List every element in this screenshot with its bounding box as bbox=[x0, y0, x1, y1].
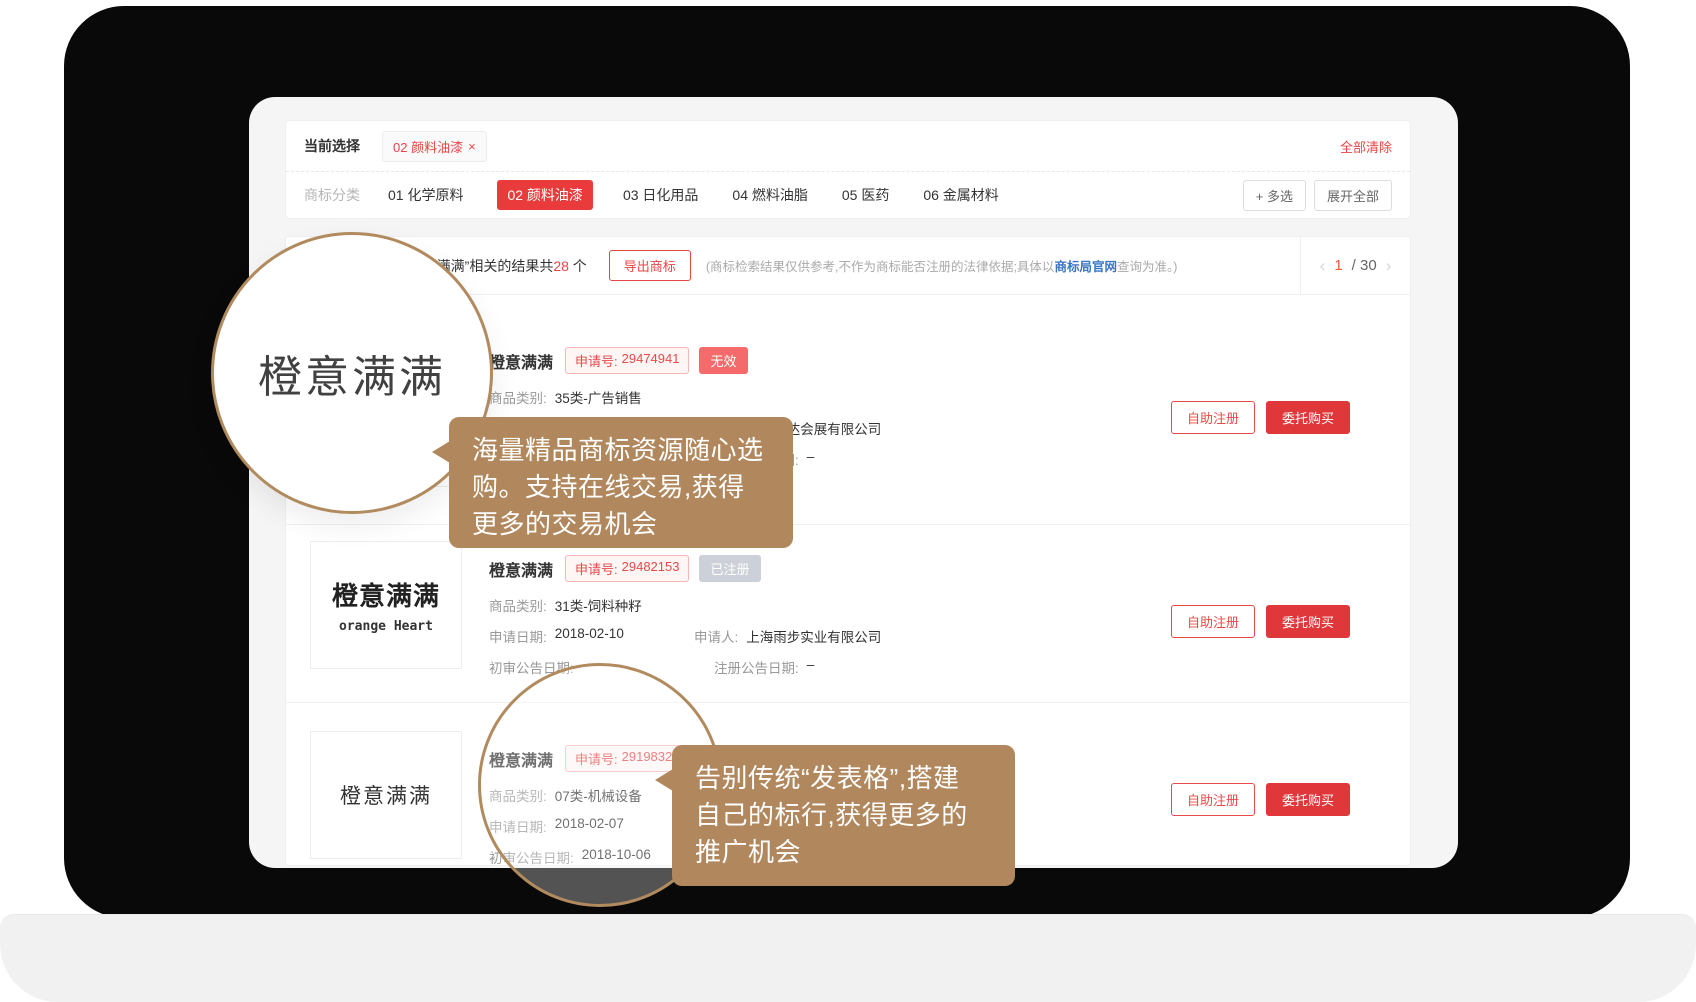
application-number-label: 申请号: bbox=[575, 351, 618, 370]
pagination: ‹ 1 / 30 › bbox=[1300, 237, 1410, 294]
callout-line: 告别传统“发表格”,搭建 bbox=[695, 760, 992, 797]
callout-line: 海量精品商标资源随心选 bbox=[472, 432, 770, 469]
current-selection-label: 当前选择 bbox=[304, 136, 360, 156]
trademark-image: 橙意满满 orange Heart bbox=[310, 541, 462, 669]
trademark-name: 橙意满满 bbox=[489, 349, 553, 373]
current-selection-row: 当前选择 02 颜料油漆 × 全部清除 bbox=[286, 121, 1410, 172]
filter-panel: 当前选择 02 颜料油漆 × 全部清除 商标分类 01 化学原料 02 颜料油漆… bbox=[285, 120, 1411, 219]
applicant-label: 申请人: bbox=[694, 626, 738, 646]
callout-line: 更多的交易机会 bbox=[472, 506, 770, 543]
results-summary-suffix: 个 bbox=[569, 258, 587, 274]
category-item-03[interactable]: 03 日化用品 bbox=[623, 185, 698, 205]
registration-publication-label: 注册公告日期: bbox=[714, 657, 799, 677]
trademark-image-text: 橙意满满 bbox=[340, 780, 432, 810]
entrust-purchase-button[interactable]: 委托购买 bbox=[1266, 605, 1350, 638]
disclaimer-suffix: 查询为准。) bbox=[1117, 260, 1177, 274]
table-row: 橙意满满 orange Heart 橙意满满 申请号: 29482153 已注册… bbox=[286, 525, 1410, 703]
status-badge: 已注册 bbox=[699, 555, 760, 582]
selected-filter-tag[interactable]: 02 颜料油漆 × bbox=[382, 131, 487, 162]
category-item-06[interactable]: 06 金属材料 bbox=[923, 185, 998, 205]
application-number-value: 29474941 bbox=[622, 351, 680, 370]
expand-all-button[interactable]: 展开全部 bbox=[1314, 180, 1392, 211]
results-disclaimer: (商标检索结果仅供参考,不作为商标能否注册的法律依据;具体以商标局官网查询为准。… bbox=[706, 256, 1178, 275]
status-badge: 无效 bbox=[699, 347, 747, 374]
self-register-button[interactable]: 自助注册 bbox=[1171, 605, 1255, 638]
category-item-04[interactable]: 04 燃料油脂 bbox=[732, 185, 807, 205]
remove-filter-icon[interactable]: × bbox=[468, 139, 476, 154]
trademark-image-text: 橙意满满 bbox=[332, 576, 440, 613]
category-label: 商品类别: bbox=[489, 595, 547, 615]
application-number-label: 申请号: bbox=[575, 559, 618, 578]
trademark-image: 橙意满满 bbox=[310, 731, 462, 859]
self-register-button[interactable]: 自助注册 bbox=[1171, 783, 1255, 816]
selected-filter-tag-text: 02 颜料油漆 bbox=[393, 137, 463, 156]
laptop-base bbox=[0, 914, 1696, 1002]
prev-page-icon[interactable]: ‹ bbox=[1320, 256, 1326, 276]
row-actions: 自助注册 委托购买 bbox=[1171, 783, 1350, 816]
category-value: 35类-广告销售 bbox=[555, 387, 642, 407]
trademark-name: 橙意满满 bbox=[489, 557, 553, 581]
application-number-value: 29482153 bbox=[622, 559, 680, 578]
registration-publication-value: – bbox=[807, 449, 815, 469]
results-count: 28 bbox=[553, 258, 569, 274]
multi-select-button[interactable]: + 多选 bbox=[1243, 180, 1306, 211]
row-actions: 自助注册 委托购买 bbox=[1171, 605, 1350, 638]
callout-line: 自己的标行,获得更多的 bbox=[695, 797, 992, 834]
entrust-purchase-button[interactable]: 委托购买 bbox=[1266, 783, 1350, 816]
clear-all-link[interactable]: 全部清除 bbox=[1340, 137, 1392, 156]
disclaimer-prefix: (商标检索结果仅供参考,不作为商标能否注册的法律依据;具体以 bbox=[706, 260, 1055, 274]
callout-line: 购。支持在线交易,获得 bbox=[472, 469, 770, 506]
callout-line: 推广机会 bbox=[695, 834, 992, 871]
category-label: 商品类别: bbox=[489, 387, 547, 407]
apply-date-value: 2018-02-10 bbox=[555, 626, 624, 646]
trademark-office-link[interactable]: 商标局官网 bbox=[1054, 260, 1117, 274]
trademark-image-subtext: orange Heart bbox=[339, 619, 433, 634]
category-item-05[interactable]: 05 医药 bbox=[842, 185, 889, 205]
applicant-value: 上海雨步实业有限公司 bbox=[746, 626, 881, 646]
category-row: 商标分类 01 化学原料 02 颜料油漆 03 日化用品 04 燃料油脂 05 … bbox=[286, 172, 1410, 218]
entrust-purchase-button[interactable]: 委托购买 bbox=[1266, 401, 1350, 434]
apply-date-label: 申请日期: bbox=[489, 626, 547, 646]
current-page: 1 bbox=[1334, 257, 1342, 274]
total-pages: / 30 bbox=[1352, 257, 1377, 274]
application-number-tag: 申请号: 29482153 bbox=[565, 555, 689, 582]
row-actions: 自助注册 委托购买 bbox=[1171, 401, 1350, 434]
callout-bubble-marketplace: 海量精品商标资源随心选 购。支持在线交易,获得 更多的交易机会 bbox=[449, 417, 793, 548]
category-item-02-selected[interactable]: 02 颜料油漆 bbox=[497, 180, 592, 210]
category-item-01[interactable]: 01 化学原料 bbox=[388, 185, 463, 205]
registration-publication-value: – bbox=[807, 657, 815, 677]
next-page-icon[interactable]: › bbox=[1386, 256, 1392, 276]
magnified-trademark-text: 橙意满满 bbox=[258, 341, 446, 405]
application-number-tag: 申请号: 29474941 bbox=[565, 347, 689, 374]
self-register-button[interactable]: 自助注册 bbox=[1171, 401, 1255, 434]
export-trademarks-button[interactable]: 导出商标 bbox=[609, 250, 691, 281]
category-row-label: 商标分类 bbox=[304, 185, 360, 205]
category-actions: + 多选 展开全部 bbox=[1243, 180, 1392, 211]
callout-bubble-promotion: 告别传统“发表格”,搭建 自己的标行,获得更多的 推广机会 bbox=[672, 745, 1015, 886]
category-value: 31类-饲料种籽 bbox=[555, 595, 642, 615]
